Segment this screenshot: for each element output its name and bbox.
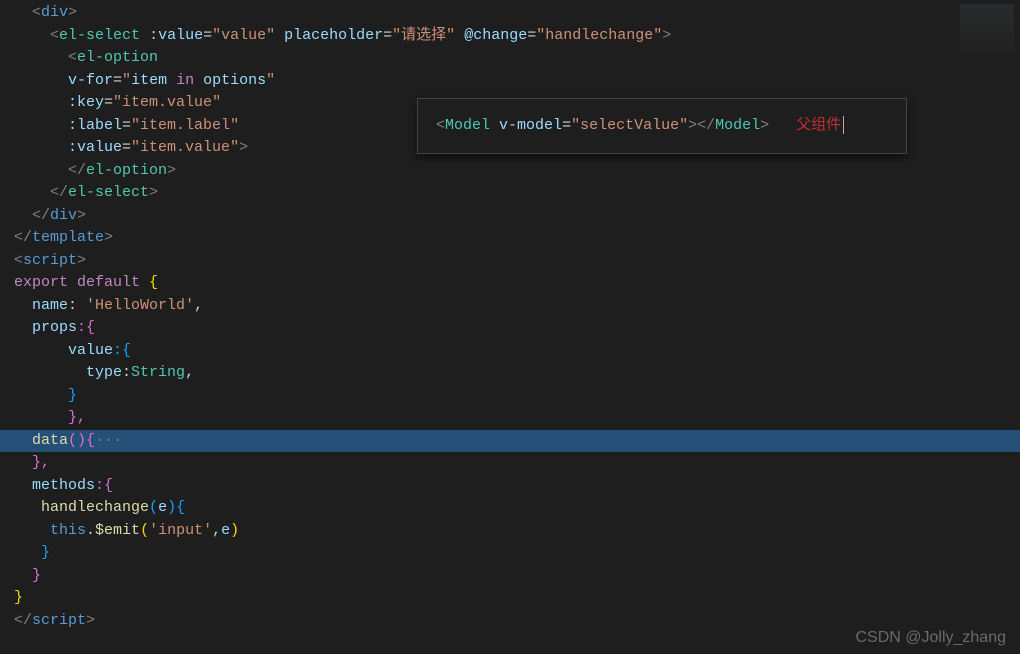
- code-line: </el-option>: [14, 160, 1006, 183]
- code-line: </el-select>: [14, 182, 1006, 205]
- code-line: name: 'HelloWorld',: [14, 295, 1006, 318]
- watermark: CSDN @Jolly_zhang: [855, 626, 1006, 650]
- code-line: v-for="item in options": [14, 70, 1006, 93]
- code-line: }: [14, 565, 1006, 588]
- code-line: </template>: [14, 227, 1006, 250]
- code-line: </div>: [14, 205, 1006, 228]
- code-line: }: [14, 587, 1006, 610]
- code-line: type:String,: [14, 362, 1006, 385]
- code-line: handlechange(e){: [14, 497, 1006, 520]
- code-line: value:{: [14, 340, 1006, 363]
- cursor-icon: [843, 116, 844, 134]
- code-line: props:{: [14, 317, 1006, 340]
- code-line: }: [14, 385, 1006, 408]
- code-line: },: [14, 452, 1006, 475]
- code-line: <el-select :value="value" placeholder="请…: [14, 25, 1006, 48]
- code-line: this.$emit('input',e): [14, 520, 1006, 543]
- code-line: methods:{: [14, 475, 1006, 498]
- code-line: <div>: [14, 2, 1006, 25]
- code-line: <el-option: [14, 47, 1006, 70]
- minimap[interactable]: [960, 4, 1014, 54]
- code-line: export default {: [14, 272, 1006, 295]
- inset-code-box: <Model v-model="selectValue"></Model> 父组…: [417, 98, 907, 154]
- code-line-highlighted: data(){···: [0, 430, 1020, 453]
- code-line: <script>: [14, 250, 1006, 273]
- code-editor[interactable]: <div> <el-select :value="value" placehol…: [0, 0, 1020, 634]
- code-line: }: [14, 542, 1006, 565]
- inset-code-line: <Model v-model="selectValue"></Model> 父组…: [436, 115, 844, 138]
- code-line: },: [14, 407, 1006, 430]
